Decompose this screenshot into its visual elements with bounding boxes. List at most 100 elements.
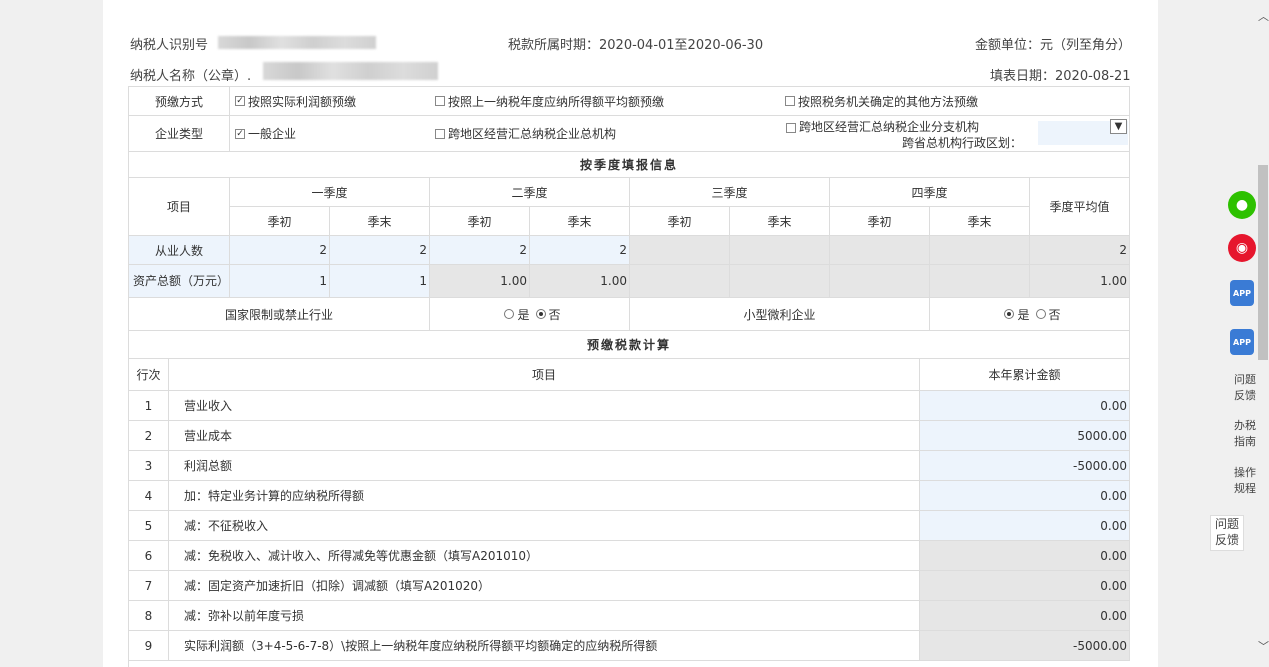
radio-icon[interactable]	[1035, 309, 1046, 319]
calc-row-item: 减：免税收入、减计收入、所得减免等优惠金额（填写A201010）	[169, 541, 920, 571]
micro-enterprise-radio-group: 是 否	[930, 298, 1130, 331]
assets-q2-end: 1.00	[530, 265, 630, 298]
checkbox-icon[interactable]	[786, 122, 796, 133]
calc-row-item: 减：固定资产加速折旧（扣除）调减额（填写A201020）	[169, 571, 920, 601]
calc-row-amount[interactable]: 0.00	[920, 511, 1130, 541]
prepay-option-average[interactable]: 按照上一纳税年度应纳所得额平均额预缴	[430, 87, 780, 116]
quarter-avg-header: 季度平均值	[1030, 178, 1130, 236]
calc-row-item: 实际利润额（3+4-5-6-7-8）\按照上一纳税年度应纳税所得额平均额确定的应…	[169, 631, 920, 661]
quarter-3-header: 三季度	[630, 178, 830, 207]
checkbox-icon[interactable]	[785, 96, 795, 106]
calc-row-item: 营业收入	[169, 391, 920, 421]
calc-row-amount[interactable]: 0.00	[920, 481, 1130, 511]
calc-row-amount: -5000.00	[920, 631, 1130, 661]
assets-q1-start[interactable]: 1	[230, 265, 330, 298]
taxpayer-name-redacted	[263, 62, 438, 80]
calc-item-header: 项目	[169, 359, 920, 391]
checkbox-checked-icon[interactable]: ✓	[235, 96, 245, 106]
enterprise-type-label: 企业类型	[129, 116, 230, 152]
enterprise-option-head[interactable]: 跨地区经营汇总纳税企业总机构	[430, 116, 780, 152]
calc-row-amount[interactable]: 0.00	[920, 391, 1130, 421]
scrollbar-thumb[interactable]	[1258, 165, 1268, 360]
prepay-method-label: 预缴方式	[129, 87, 230, 116]
q4-start-header: 季初	[830, 207, 930, 236]
q2-end-header: 季末	[530, 207, 630, 236]
q1-end-header: 季末	[330, 207, 430, 236]
prepay-option-other[interactable]: 按照税务机关确定的其他方法预缴	[780, 87, 1130, 116]
employees-q3-end	[730, 236, 830, 265]
q4-end-header: 季末	[930, 207, 1030, 236]
amount-unit: 金额单位：元（列至角分）	[975, 38, 1132, 53]
declaration-table: 预缴方式 ✓ 按照实际利润额预缴 按照上一纳税年度应纳所得额平均额预缴 按照税务机…	[128, 86, 1130, 667]
assets-q3-start	[630, 265, 730, 298]
prepay-option-actual[interactable]: ✓ 按照实际利润额预缴	[230, 87, 430, 116]
employees-q2-end[interactable]: 2	[530, 236, 630, 265]
quarter-1-header: 一季度	[230, 178, 430, 207]
assets-label: 资产总额（万元）	[129, 265, 230, 298]
tax-period: 税款所属时期：2020-04-01至2020-06-30	[508, 38, 764, 53]
sidebar-tax-guide[interactable]: 办税指南	[1233, 418, 1257, 450]
employees-q4-start	[830, 236, 930, 265]
row-no-header: 行次	[129, 359, 169, 391]
assets-avg: 1.00	[1030, 265, 1130, 298]
floating-feedback-button[interactable]: 问题反馈	[1210, 515, 1244, 551]
sidebar-procedures[interactable]: 操作规程	[1233, 465, 1257, 497]
calc-row-number: 7	[129, 571, 169, 601]
q2-start-header: 季初	[430, 207, 530, 236]
calc-row-number: 3	[129, 451, 169, 481]
quarterly-item-header: 项目	[129, 178, 230, 236]
scroll-up-icon[interactable]: ︿	[1258, 8, 1269, 24]
radio-icon[interactable]	[504, 309, 515, 319]
calc-row-amount: 0.00	[920, 541, 1130, 571]
calc-row-item: 营业成本	[169, 421, 920, 451]
q3-end-header: 季末	[730, 207, 830, 236]
calc-row-amount[interactable]: 5000.00	[920, 421, 1130, 451]
fill-date: 填表日期：2020-08-21	[990, 69, 1131, 84]
calc-row-number: 4	[129, 481, 169, 511]
wechat-icon[interactable]: ●	[1228, 191, 1256, 219]
assets-q1-end[interactable]: 1	[330, 265, 430, 298]
checkbox-icon[interactable]	[435, 96, 445, 106]
sidebar-feedback[interactable]: 问题反馈	[1233, 372, 1257, 404]
enterprise-option-general[interactable]: ✓ 一般企业	[230, 116, 430, 152]
checkbox-icon[interactable]	[435, 128, 445, 139]
app-icon[interactable]: APP	[1230, 280, 1254, 306]
radio-selected-icon[interactable]	[1004, 309, 1015, 319]
taxpayer-id-label: 纳税人识别号	[130, 38, 209, 53]
calc-row-item: 加：特定业务计算的应纳税所得额	[169, 481, 920, 511]
calc-row-number: 1	[129, 391, 169, 421]
calc-row-item: 减：弥补以前年度亏损	[169, 601, 920, 631]
assets-q4-end	[930, 265, 1030, 298]
employees-q1-start[interactable]: 2	[230, 236, 330, 265]
weibo-icon[interactable]: ◉	[1228, 234, 1256, 262]
calc-row-number: 8	[129, 601, 169, 631]
calc-row-number: 9	[129, 631, 169, 661]
app-icon[interactable]: APP	[1230, 329, 1254, 355]
checkbox-checked-icon[interactable]: ✓	[235, 128, 245, 139]
enterprise-option-branch[interactable]: 跨地区经营汇总纳税企业分支机构 跨省总机构行政区划：	[780, 116, 1130, 152]
calc-row-amount[interactable]: -5000.00	[920, 451, 1130, 481]
employees-q1-end[interactable]: 2	[330, 236, 430, 265]
scroll-down-icon[interactable]: ﹀	[1258, 638, 1269, 654]
quarter-4-header: 四季度	[830, 178, 1030, 207]
employees-avg: 2	[1030, 236, 1130, 265]
chevron-down-icon[interactable]: ▼	[1110, 119, 1127, 134]
taxpayer-id-redacted	[218, 36, 376, 49]
employees-q4-end	[930, 236, 1030, 265]
calc-row-item: 减：不征税收入	[169, 511, 920, 541]
assets-q4-start	[830, 265, 930, 298]
calc-row-number: 2	[129, 421, 169, 451]
radio-selected-icon[interactable]	[535, 309, 546, 319]
assets-q3-end	[730, 265, 830, 298]
quarter-2-header: 二季度	[430, 178, 630, 207]
assets-q2-start: 1.00	[430, 265, 530, 298]
employees-label: 从业人数	[129, 236, 230, 265]
employees-q3-start	[630, 236, 730, 265]
calc-row-item: 利润总额	[169, 451, 920, 481]
quarterly-section-title: 按季度填报信息	[129, 152, 1130, 178]
employees-q2-start[interactable]: 2	[430, 236, 530, 265]
calc-amount-header: 本年累计金额	[920, 359, 1130, 391]
calc-row-number: 6	[129, 541, 169, 571]
restricted-industry-label: 国家限制或禁止行业	[129, 298, 430, 331]
micro-enterprise-label: 小型微利企业	[630, 298, 930, 331]
